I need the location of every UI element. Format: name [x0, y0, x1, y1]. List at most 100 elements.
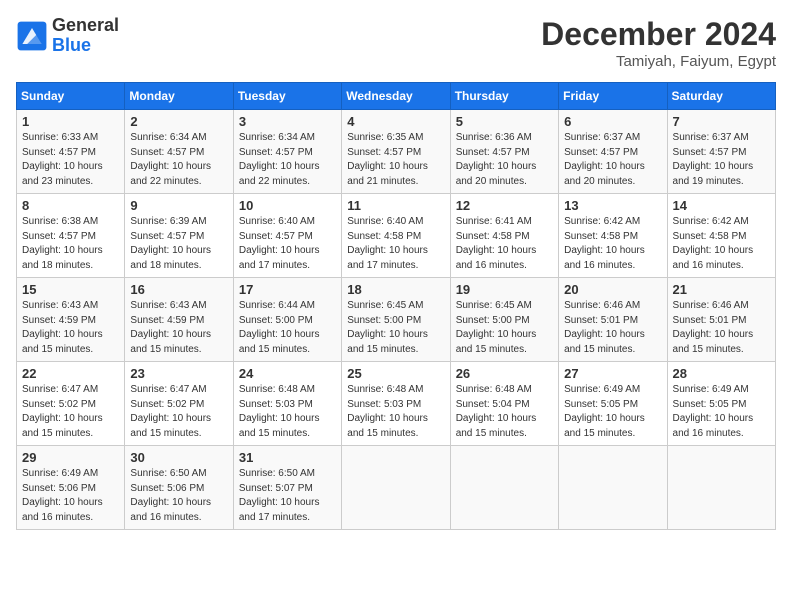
day-number: 7: [673, 114, 770, 129]
day-info: Sunrise: 6:48 AM Sunset: 5:03 PM Dayligh…: [239, 383, 336, 441]
day-info: Sunrise: 6:49 AM Sunset: 5:05 PM Dayligh…: [673, 383, 770, 441]
calendar-cell: [559, 446, 667, 530]
day-number: 12: [456, 198, 553, 213]
day-number: 25: [347, 366, 444, 381]
day-number: 19: [456, 282, 553, 297]
day-info: Sunrise: 6:42 AM Sunset: 4:58 PM Dayligh…: [564, 215, 661, 273]
calendar-cell: [667, 446, 775, 530]
day-number: 6: [564, 114, 661, 129]
logo-general-text: General: [52, 15, 119, 35]
title-block: December 2024 Tamiyah, Faiyum, Egypt: [541, 16, 776, 70]
calendar-cell: 29 Sunrise: 6:49 AM Sunset: 5:06 PM Dayli…: [17, 446, 125, 530]
calendar-cell: 1Sunrise: 6:33 AM Sunset: 4:57 PM Daylig…: [17, 110, 125, 194]
calendar-cell: 19 Sunrise: 6:45 AM Sunset: 5:00 PM Dayli…: [450, 278, 558, 362]
calendar-cell: 13 Sunrise: 6:42 AM Sunset: 4:58 PM Dayli…: [559, 194, 667, 278]
day-number: 22: [22, 366, 119, 381]
day-number: 26: [456, 366, 553, 381]
calendar-cell: 6 Sunrise: 6:37 AM Sunset: 4:57 PM Daylig…: [559, 110, 667, 194]
day-info: Sunrise: 6:39 AM Sunset: 4:57 PM Dayligh…: [130, 215, 227, 273]
day-number: 17: [239, 282, 336, 297]
calendar-cell: 18 Sunrise: 6:45 AM Sunset: 5:00 PM Dayli…: [342, 278, 450, 362]
calendar-cell: 27 Sunrise: 6:49 AM Sunset: 5:05 PM Dayli…: [559, 362, 667, 446]
month-title: December 2024: [541, 16, 776, 53]
day-info: Sunrise: 6:46 AM Sunset: 5:01 PM Dayligh…: [564, 299, 661, 357]
day-number: 15: [22, 282, 119, 297]
day-number: 30: [130, 450, 227, 465]
day-info: Sunrise: 6:42 AM Sunset: 4:58 PM Dayligh…: [673, 215, 770, 273]
week-row-2: 8 Sunrise: 6:38 AM Sunset: 4:57 PM Daylig…: [17, 194, 776, 278]
week-row-1: 1Sunrise: 6:33 AM Sunset: 4:57 PM Daylig…: [17, 110, 776, 194]
logo-icon: [16, 20, 48, 52]
calendar-cell: [342, 446, 450, 530]
day-info: Sunrise: 6:49 AM Sunset: 5:06 PM Dayligh…: [22, 467, 119, 525]
calendar-cell: 7Sunrise: 6:37 AM Sunset: 4:57 PM Daylig…: [667, 110, 775, 194]
day-number: 31: [239, 450, 336, 465]
logo-blue-text: Blue: [52, 35, 91, 55]
header-friday: Friday: [559, 83, 667, 110]
day-info: Sunrise: 6:46 AM Sunset: 5:01 PM Dayligh…: [673, 299, 770, 357]
day-info: Sunrise: 6:36 AM Sunset: 4:57 PM Dayligh…: [456, 131, 553, 189]
calendar-cell: 16 Sunrise: 6:43 AM Sunset: 4:59 PM Dayli…: [125, 278, 233, 362]
calendar-cell: 9 Sunrise: 6:39 AM Sunset: 4:57 PM Daylig…: [125, 194, 233, 278]
day-number: 11: [347, 198, 444, 213]
calendar-header-row: Sunday Monday Tuesday Wednesday Thursday…: [17, 83, 776, 110]
calendar-cell: 26Sunrise: 6:48 AM Sunset: 5:04 PM Dayli…: [450, 362, 558, 446]
day-number: 21: [673, 282, 770, 297]
day-info: Sunrise: 6:49 AM Sunset: 5:05 PM Dayligh…: [564, 383, 661, 441]
day-number: 20: [564, 282, 661, 297]
header-wednesday: Wednesday: [342, 83, 450, 110]
header-tuesday: Tuesday: [233, 83, 341, 110]
calendar-cell: 2Sunrise: 6:34 AM Sunset: 4:57 PM Daylig…: [125, 110, 233, 194]
day-info: Sunrise: 6:34 AM Sunset: 4:57 PM Dayligh…: [239, 131, 336, 189]
day-number: 18: [347, 282, 444, 297]
day-info: Sunrise: 6:50 AM Sunset: 5:06 PM Dayligh…: [130, 467, 227, 525]
day-number: 29: [22, 450, 119, 465]
week-row-5: 29 Sunrise: 6:49 AM Sunset: 5:06 PM Dayli…: [17, 446, 776, 530]
day-number: 3: [239, 114, 336, 129]
day-info: Sunrise: 6:43 AM Sunset: 4:59 PM Dayligh…: [130, 299, 227, 357]
calendar-cell: 10 Sunrise: 6:40 AM Sunset: 4:57 PM Dayli…: [233, 194, 341, 278]
day-number: 10: [239, 198, 336, 213]
calendar-cell: 21 Sunrise: 6:46 AM Sunset: 5:01 PM Dayli…: [667, 278, 775, 362]
header-monday: Monday: [125, 83, 233, 110]
day-info: Sunrise: 6:45 AM Sunset: 5:00 PM Dayligh…: [347, 299, 444, 357]
calendar-cell: 22Sunrise: 6:47 AM Sunset: 5:02 PM Dayli…: [17, 362, 125, 446]
day-number: 9: [130, 198, 227, 213]
calendar-cell: 20 Sunrise: 6:46 AM Sunset: 5:01 PM Dayli…: [559, 278, 667, 362]
day-number: 24: [239, 366, 336, 381]
calendar-cell: 11 Sunrise: 6:40 AM Sunset: 4:58 PM Dayli…: [342, 194, 450, 278]
day-info: Sunrise: 6:47 AM Sunset: 5:02 PM Dayligh…: [130, 383, 227, 441]
day-number: 4: [347, 114, 444, 129]
day-info: Sunrise: 6:38 AM Sunset: 4:57 PM Dayligh…: [22, 215, 119, 273]
day-info: Sunrise: 6:35 AM Sunset: 4:57 PM Dayligh…: [347, 131, 444, 189]
calendar-cell: [450, 446, 558, 530]
day-number: 27: [564, 366, 661, 381]
week-row-4: 22 Sunrise: 6:47 AM Sunset: 5:02 PM Dayli…: [17, 362, 776, 446]
calendar-cell: 17Sunrise: 6:44 AM Sunset: 5:00 PM Dayli…: [233, 278, 341, 362]
day-number: 5: [456, 114, 553, 129]
day-number: 13: [564, 198, 661, 213]
calendar-cell: 15Sunrise: 6:43 AM Sunset: 4:59 PM Dayli…: [17, 278, 125, 362]
day-info: Sunrise: 6:50 AM Sunset: 5:07 PM Dayligh…: [239, 467, 336, 525]
location-text: Tamiyah, Faiyum, Egypt: [541, 53, 776, 70]
day-number: 28: [673, 366, 770, 381]
header-saturday: Saturday: [667, 83, 775, 110]
day-number: 23: [130, 366, 227, 381]
calendar-cell: 12Sunrise: 6:41 AM Sunset: 4:58 PM Dayli…: [450, 194, 558, 278]
page-header: General Blue December 2024 Tamiyah, Faiy…: [16, 16, 776, 70]
calendar-table: Sunday Monday Tuesday Wednesday Thursday…: [16, 82, 776, 530]
day-number: 8: [22, 198, 119, 213]
day-number: 16: [130, 282, 227, 297]
day-info: Sunrise: 6:40 AM Sunset: 4:57 PM Dayligh…: [239, 215, 336, 273]
header-sunday: Sunday: [17, 83, 125, 110]
header-thursday: Thursday: [450, 83, 558, 110]
logo: General Blue: [16, 16, 119, 56]
logo-text: General Blue: [52, 16, 119, 56]
calendar-cell: 25Sunrise: 6:48 AM Sunset: 5:03 PM Dayli…: [342, 362, 450, 446]
day-info: Sunrise: 6:33 AM Sunset: 4:57 PM Dayligh…: [22, 131, 119, 189]
calendar-cell: 3 Sunrise: 6:34 AM Sunset: 4:57 PM Daylig…: [233, 110, 341, 194]
day-info: Sunrise: 6:45 AM Sunset: 5:00 PM Dayligh…: [456, 299, 553, 357]
day-info: Sunrise: 6:34 AM Sunset: 4:57 PM Dayligh…: [130, 131, 227, 189]
day-info: Sunrise: 6:37 AM Sunset: 4:57 PM Dayligh…: [564, 131, 661, 189]
day-info: Sunrise: 6:40 AM Sunset: 4:58 PM Dayligh…: [347, 215, 444, 273]
